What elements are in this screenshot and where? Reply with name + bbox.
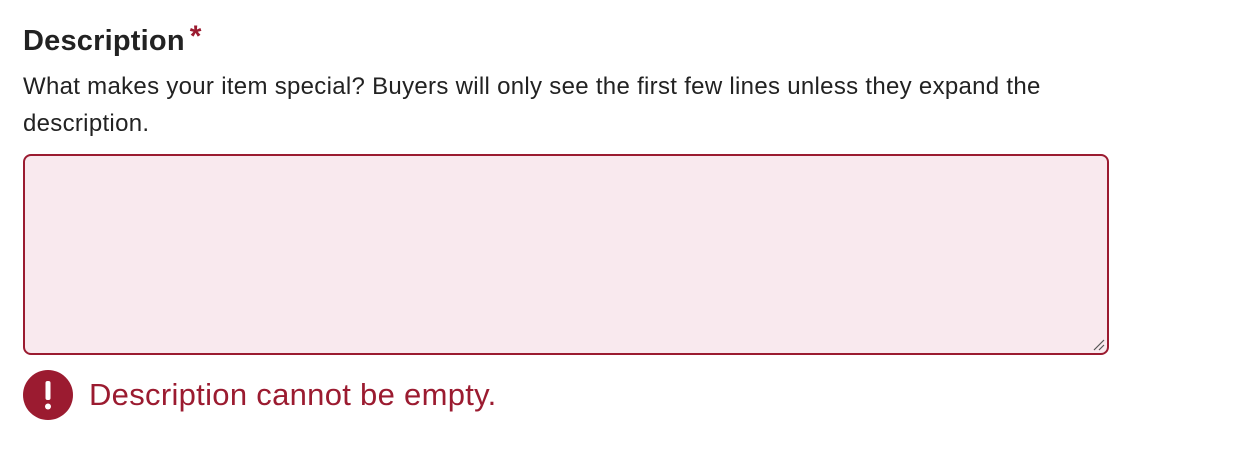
description-field: Description * What makes your item speci… [23, 20, 1109, 421]
description-label-row: Description * [23, 20, 1109, 68]
error-message-row: Description cannot be empty. [23, 369, 1109, 421]
description-help-text: What makes your item special? Buyers wil… [23, 73, 1041, 137]
error-message: Description cannot be empty. [89, 377, 497, 412]
exclamation-circle-icon [23, 370, 73, 420]
required-asterisk: * [189, 20, 202, 53]
resize-handle-icon[interactable] [1093, 339, 1105, 351]
description-textarea-wrapper [23, 154, 1109, 355]
description-label: Description [23, 25, 185, 57]
description-textarea[interactable] [23, 154, 1109, 355]
